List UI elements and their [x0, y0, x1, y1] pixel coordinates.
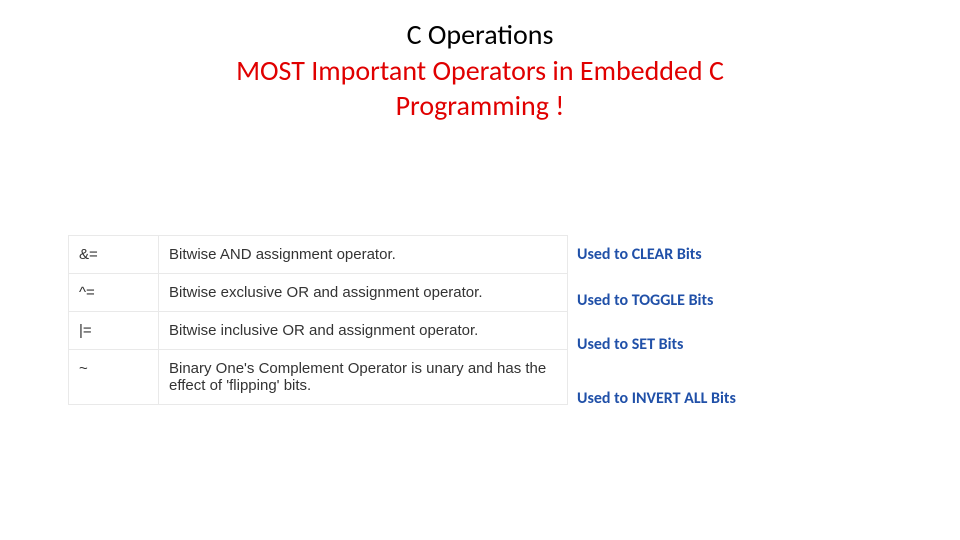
operator-symbol: |=	[69, 312, 159, 350]
operator-symbol: ~	[69, 350, 159, 405]
subtitle-line-2: Programming !	[0, 89, 960, 123]
operators-table-area: &= Bitwise AND assignment operator. ^= B…	[68, 235, 568, 405]
table-row: ~ Binary One's Complement Operator is un…	[69, 350, 568, 405]
operator-description: Bitwise AND assignment operator.	[159, 236, 568, 274]
operator-description: Binary One's Complement Operator is unar…	[159, 350, 568, 405]
usage-label: Used to SET Bits	[577, 337, 736, 353]
table-row: ^= Bitwise exclusive OR and assignment o…	[69, 274, 568, 312]
usage-labels-area: Used to CLEAR Bits Used to TOGGLE Bits U…	[577, 247, 736, 437]
usage-label: Used to CLEAR Bits	[577, 247, 736, 263]
usage-label: Used to TOGGLE Bits	[577, 293, 736, 309]
page-title: C Operations	[0, 18, 960, 52]
subtitle-line-1: MOST Important Operators in Embedded C	[0, 54, 960, 88]
operator-symbol: &=	[69, 236, 159, 274]
table-row: &= Bitwise AND assignment operator.	[69, 236, 568, 274]
usage-label: Used to INVERT ALL Bits	[577, 391, 736, 407]
title-block: C Operations MOST Important Operators in…	[0, 0, 960, 123]
operator-description: Bitwise inclusive OR and assignment oper…	[159, 312, 568, 350]
operators-table: &= Bitwise AND assignment operator. ^= B…	[68, 235, 568, 405]
operator-symbol: ^=	[69, 274, 159, 312]
table-row: |= Bitwise inclusive OR and assignment o…	[69, 312, 568, 350]
operator-description: Bitwise exclusive OR and assignment oper…	[159, 274, 568, 312]
